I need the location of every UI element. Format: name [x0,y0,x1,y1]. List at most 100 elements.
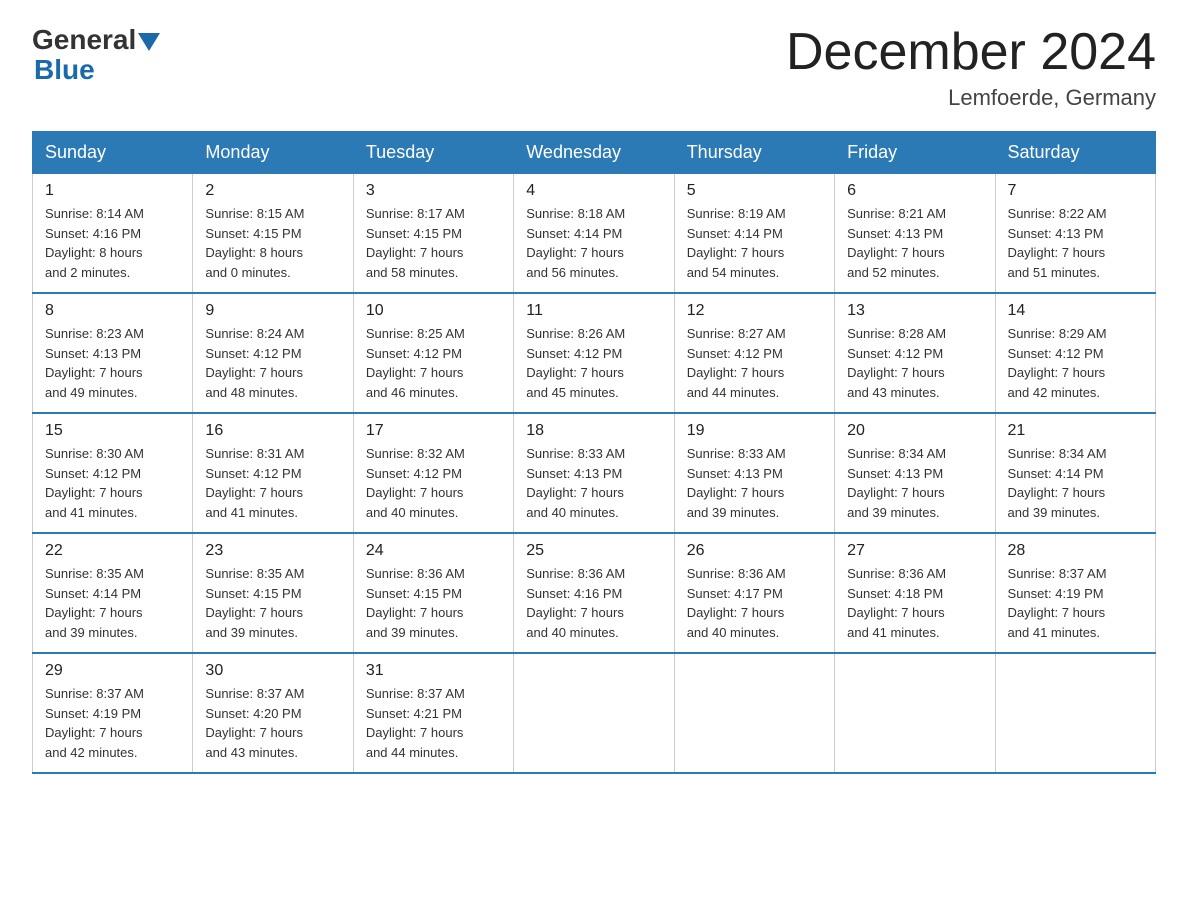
day-info: Sunrise: 8:27 AMSunset: 4:12 PMDaylight:… [687,326,786,400]
weekday-header-saturday: Saturday [995,132,1155,174]
day-info: Sunrise: 8:21 AMSunset: 4:13 PMDaylight:… [847,206,946,280]
day-info: Sunrise: 8:22 AMSunset: 4:13 PMDaylight:… [1008,206,1107,280]
day-info: Sunrise: 8:23 AMSunset: 4:13 PMDaylight:… [45,326,144,400]
calendar-cell: 28 Sunrise: 8:37 AMSunset: 4:19 PMDaylig… [995,533,1155,653]
calendar-cell: 24 Sunrise: 8:36 AMSunset: 4:15 PMDaylig… [353,533,513,653]
day-info: Sunrise: 8:19 AMSunset: 4:14 PMDaylight:… [687,206,786,280]
day-number: 16 [205,422,340,440]
day-info: Sunrise: 8:37 AMSunset: 4:19 PMDaylight:… [45,686,144,760]
day-number: 27 [847,542,982,560]
weekday-header-row: SundayMondayTuesdayWednesdayThursdayFrid… [33,132,1156,174]
calendar-cell: 22 Sunrise: 8:35 AMSunset: 4:14 PMDaylig… [33,533,193,653]
day-number: 17 [366,422,501,440]
day-info: Sunrise: 8:35 AMSunset: 4:15 PMDaylight:… [205,566,304,640]
day-info: Sunrise: 8:30 AMSunset: 4:12 PMDaylight:… [45,446,144,520]
calendar-cell: 4 Sunrise: 8:18 AMSunset: 4:14 PMDayligh… [514,174,674,294]
day-info: Sunrise: 8:15 AMSunset: 4:15 PMDaylight:… [205,206,304,280]
day-number: 12 [687,302,822,320]
day-info: Sunrise: 8:24 AMSunset: 4:12 PMDaylight:… [205,326,304,400]
calendar-cell: 27 Sunrise: 8:36 AMSunset: 4:18 PMDaylig… [835,533,995,653]
calendar-cell: 11 Sunrise: 8:26 AMSunset: 4:12 PMDaylig… [514,293,674,413]
day-info: Sunrise: 8:14 AMSunset: 4:16 PMDaylight:… [45,206,144,280]
calendar-cell: 10 Sunrise: 8:25 AMSunset: 4:12 PMDaylig… [353,293,513,413]
day-number: 2 [205,182,340,200]
logo-general-text: General [32,24,136,56]
calendar-cell: 7 Sunrise: 8:22 AMSunset: 4:13 PMDayligh… [995,174,1155,294]
calendar-cell: 29 Sunrise: 8:37 AMSunset: 4:19 PMDaylig… [33,653,193,773]
calendar-cell: 6 Sunrise: 8:21 AMSunset: 4:13 PMDayligh… [835,174,995,294]
title-section: December 2024 Lemfoerde, Germany [786,24,1156,111]
weekday-header-friday: Friday [835,132,995,174]
calendar-cell: 23 Sunrise: 8:35 AMSunset: 4:15 PMDaylig… [193,533,353,653]
calendar-week-5: 29 Sunrise: 8:37 AMSunset: 4:19 PMDaylig… [33,653,1156,773]
day-number: 8 [45,302,180,320]
weekday-header-thursday: Thursday [674,132,834,174]
day-info: Sunrise: 8:36 AMSunset: 4:18 PMDaylight:… [847,566,946,640]
day-info: Sunrise: 8:34 AMSunset: 4:13 PMDaylight:… [847,446,946,520]
day-info: Sunrise: 8:35 AMSunset: 4:14 PMDaylight:… [45,566,144,640]
weekday-header-tuesday: Tuesday [353,132,513,174]
day-info: Sunrise: 8:25 AMSunset: 4:12 PMDaylight:… [366,326,465,400]
day-info: Sunrise: 8:36 AMSunset: 4:16 PMDaylight:… [526,566,625,640]
calendar-cell: 26 Sunrise: 8:36 AMSunset: 4:17 PMDaylig… [674,533,834,653]
day-number: 26 [687,542,822,560]
day-number: 25 [526,542,661,560]
calendar-cell [835,653,995,773]
day-number: 18 [526,422,661,440]
day-number: 3 [366,182,501,200]
weekday-header-monday: Monday [193,132,353,174]
calendar-cell [995,653,1155,773]
day-info: Sunrise: 8:17 AMSunset: 4:15 PMDaylight:… [366,206,465,280]
calendar-cell: 25 Sunrise: 8:36 AMSunset: 4:16 PMDaylig… [514,533,674,653]
day-number: 31 [366,662,501,680]
calendar-cell: 9 Sunrise: 8:24 AMSunset: 4:12 PMDayligh… [193,293,353,413]
day-info: Sunrise: 8:36 AMSunset: 4:15 PMDaylight:… [366,566,465,640]
day-number: 7 [1008,182,1143,200]
day-info: Sunrise: 8:18 AMSunset: 4:14 PMDaylight:… [526,206,625,280]
calendar-cell: 30 Sunrise: 8:37 AMSunset: 4:20 PMDaylig… [193,653,353,773]
day-info: Sunrise: 8:29 AMSunset: 4:12 PMDaylight:… [1008,326,1107,400]
day-number: 30 [205,662,340,680]
calendar-cell: 1 Sunrise: 8:14 AMSunset: 4:16 PMDayligh… [33,174,193,294]
calendar-cell: 16 Sunrise: 8:31 AMSunset: 4:12 PMDaylig… [193,413,353,533]
calendar-week-2: 8 Sunrise: 8:23 AMSunset: 4:13 PMDayligh… [33,293,1156,413]
calendar-cell: 12 Sunrise: 8:27 AMSunset: 4:12 PMDaylig… [674,293,834,413]
day-info: Sunrise: 8:32 AMSunset: 4:12 PMDaylight:… [366,446,465,520]
day-info: Sunrise: 8:37 AMSunset: 4:19 PMDaylight:… [1008,566,1107,640]
day-number: 1 [45,182,180,200]
calendar-week-1: 1 Sunrise: 8:14 AMSunset: 4:16 PMDayligh… [33,174,1156,294]
calendar-body: 1 Sunrise: 8:14 AMSunset: 4:16 PMDayligh… [33,174,1156,774]
day-number: 21 [1008,422,1143,440]
day-number: 13 [847,302,982,320]
calendar-cell [514,653,674,773]
weekday-header-sunday: Sunday [33,132,193,174]
day-info: Sunrise: 8:33 AMSunset: 4:13 PMDaylight:… [687,446,786,520]
day-number: 20 [847,422,982,440]
day-number: 29 [45,662,180,680]
calendar-cell: 19 Sunrise: 8:33 AMSunset: 4:13 PMDaylig… [674,413,834,533]
page-header: General Blue December 2024 Lemfoerde, Ge… [32,24,1156,111]
calendar-table: SundayMondayTuesdayWednesdayThursdayFrid… [32,131,1156,774]
calendar-week-4: 22 Sunrise: 8:35 AMSunset: 4:14 PMDaylig… [33,533,1156,653]
day-info: Sunrise: 8:31 AMSunset: 4:12 PMDaylight:… [205,446,304,520]
day-number: 4 [526,182,661,200]
day-number: 6 [847,182,982,200]
calendar-cell: 3 Sunrise: 8:17 AMSunset: 4:15 PMDayligh… [353,174,513,294]
day-info: Sunrise: 8:36 AMSunset: 4:17 PMDaylight:… [687,566,786,640]
calendar-cell [674,653,834,773]
calendar-cell: 14 Sunrise: 8:29 AMSunset: 4:12 PMDaylig… [995,293,1155,413]
weekday-header-wednesday: Wednesday [514,132,674,174]
calendar-cell: 13 Sunrise: 8:28 AMSunset: 4:12 PMDaylig… [835,293,995,413]
day-number: 15 [45,422,180,440]
calendar-week-3: 15 Sunrise: 8:30 AMSunset: 4:12 PMDaylig… [33,413,1156,533]
day-number: 5 [687,182,822,200]
day-info: Sunrise: 8:34 AMSunset: 4:14 PMDaylight:… [1008,446,1107,520]
calendar-cell: 31 Sunrise: 8:37 AMSunset: 4:21 PMDaylig… [353,653,513,773]
day-number: 9 [205,302,340,320]
day-number: 10 [366,302,501,320]
logo-triangle-icon [138,33,160,51]
day-number: 23 [205,542,340,560]
calendar-cell: 15 Sunrise: 8:30 AMSunset: 4:12 PMDaylig… [33,413,193,533]
day-number: 19 [687,422,822,440]
calendar-header: SundayMondayTuesdayWednesdayThursdayFrid… [33,132,1156,174]
